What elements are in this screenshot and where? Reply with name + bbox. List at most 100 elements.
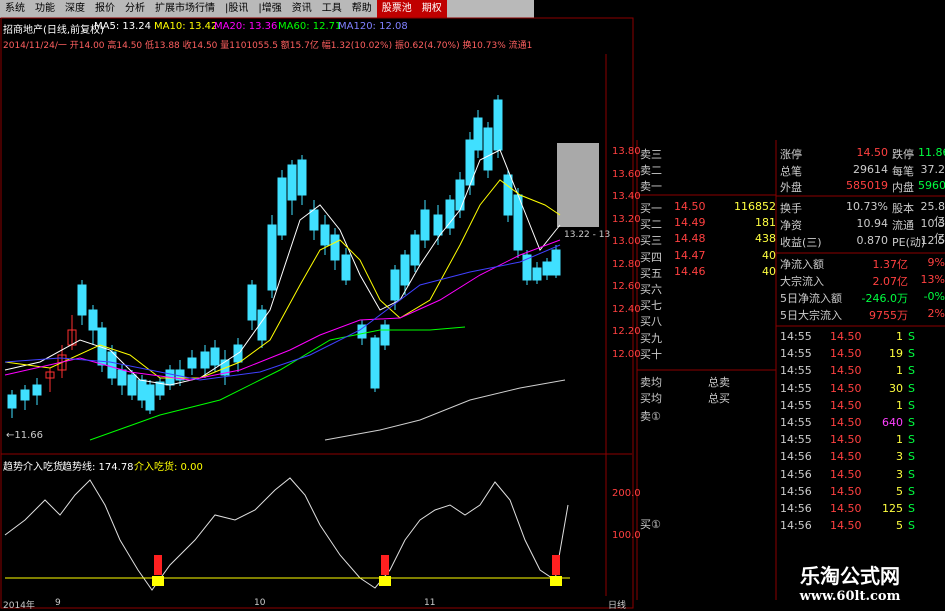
buy-level-label: 买三: [640, 234, 662, 248]
candle-body: [88, 309, 98, 331]
candle-body: [330, 234, 340, 261]
indicator-axis-100: 100.0: [612, 530, 641, 541]
sell-avg-label: 卖均: [640, 376, 662, 389]
candle-body: [551, 249, 561, 276]
candle-body: [503, 174, 513, 216]
tick-side: S: [908, 330, 915, 343]
buy-level-row: 买九: [640, 330, 778, 345]
buy-level-volume: 181: [755, 216, 776, 230]
buy-level-row: 买六: [640, 281, 778, 296]
tick-time: 14:56: [780, 502, 812, 515]
buy-level-volume: 116852: [734, 200, 776, 213]
sell-level-label: 卖二: [640, 164, 662, 177]
total-sell-label: 总卖: [708, 376, 730, 389]
tick-volume: 30: [889, 381, 903, 395]
candle-body: [320, 224, 330, 246]
tick-side: S: [908, 433, 915, 447]
flow-label: 5日净流入额: [780, 292, 842, 305]
quote-value-2: 37.2: [920, 162, 945, 176]
buy-level-row: 买八: [640, 313, 778, 328]
tick-volume: 3: [896, 450, 903, 464]
price-axis-tick: 12.00: [612, 348, 641, 360]
tick-side: S: [908, 347, 915, 361]
buy-level-price: 14.49: [674, 216, 706, 230]
tick-time: 14:55: [780, 347, 812, 361]
tick-price: 14.50: [830, 502, 862, 515]
indicator-name: 趋势介入吃货: [3, 462, 63, 473]
buy-signal-bar: [552, 555, 560, 575]
tick-side: S: [908, 519, 915, 533]
ma5-label: MA5: 13.24: [94, 21, 152, 32]
stock-name: 招商地产(日线,前复权): [3, 25, 104, 36]
watermark-title: 乐淘公式网: [800, 564, 900, 588]
tick-side: S: [908, 484, 915, 498]
buy-level-row: 买三 14.48 438: [640, 232, 778, 247]
ma20-line: [4, 239, 561, 381]
quote-value-2: 5960: [918, 179, 945, 192]
flow-row: 净流入额 1.37亿 9%: [778, 256, 945, 272]
tick-volume: 1: [896, 433, 903, 447]
tick-price: 14.50: [830, 398, 862, 412]
tick-time: 14:56: [780, 484, 812, 498]
candle-body: [473, 117, 483, 151]
buy-level-volume: 40: [762, 248, 776, 262]
tick-row: 14:55 14.50 1 S: [778, 330, 945, 347]
quote-value-2: 11.86: [918, 146, 945, 159]
candle-body: [145, 384, 155, 411]
buy-level-label: 买一: [640, 202, 662, 215]
sell1-marker: 卖①: [640, 410, 661, 423]
buy-level-label: 买九: [640, 331, 662, 345]
tick-time: 14:55: [780, 398, 812, 412]
quote-row: 换手 10.73% 股本 25.8亿: [778, 200, 945, 228]
buy-level-label: 买六: [640, 283, 662, 296]
candle-body: [370, 337, 380, 389]
tick-volume: 5: [896, 484, 903, 498]
candle-body: [433, 214, 443, 236]
price-axis-tick: 13.00: [612, 236, 641, 247]
tick-side: S: [908, 381, 915, 395]
total-buy-label: 总买: [708, 392, 730, 405]
buy-level-label: 买五: [640, 266, 662, 280]
candle-body: [267, 224, 277, 291]
time-axis-sep: 9: [55, 598, 61, 608]
flow-pct: 2%: [927, 307, 945, 320]
quote-label: 外盘: [780, 181, 802, 194]
candle-body: [7, 394, 17, 409]
tick-time: 14:56: [780, 467, 812, 481]
tick-time: 14:56: [780, 450, 812, 464]
candle-body: [137, 379, 147, 401]
candle-body: [380, 324, 390, 346]
buy-level-label: 买二: [640, 218, 662, 232]
sell-level-label: 卖三: [640, 148, 662, 161]
buy-level-row: 买十: [640, 346, 778, 361]
quote-value: 585019: [846, 179, 888, 192]
candle-body: [210, 347, 220, 366]
flow-label: 5日大宗流入: [780, 309, 842, 322]
quote-label: 换手: [780, 202, 802, 215]
candle-body: [200, 351, 210, 369]
tick-volume: 19: [889, 347, 903, 361]
buy-level-volume: 40: [762, 264, 776, 278]
tick-side: S: [908, 398, 915, 412]
candle-body: [390, 269, 400, 301]
candle-body: [341, 254, 351, 281]
tick-time: 14:55: [780, 364, 812, 378]
quote-label: 总笔: [780, 164, 802, 178]
flow-row: 5日净流入额 -246.0万 -0%: [778, 290, 945, 306]
price-axis-tick: 12.60: [612, 281, 641, 292]
ma10-label: MA10: 13.42: [154, 21, 218, 32]
candle-body: [20, 389, 30, 401]
quote-label-2: 流通: [892, 219, 914, 232]
flow-value: -246.0万: [861, 292, 908, 305]
buy-level-row: 买一 14.50 116852: [640, 200, 778, 215]
ma20-label: MA20: 13.36: [214, 21, 278, 32]
flow-label: 大宗流入: [780, 275, 824, 288]
flow-value: 2.07亿: [872, 275, 909, 288]
ma120-label: MA120: 12.08: [338, 21, 408, 32]
ma60-label: MA60: 12.71: [278, 21, 342, 32]
bar-info-line: 2014/11/24/一 开14.00 高14.50 低13.88 收14.50…: [3, 41, 533, 51]
flow-pct: 9%: [927, 256, 945, 269]
tick-row: 14:55 14.50 640 S: [778, 416, 945, 433]
candle-body: [297, 159, 307, 196]
tick-side: S: [908, 502, 915, 515]
